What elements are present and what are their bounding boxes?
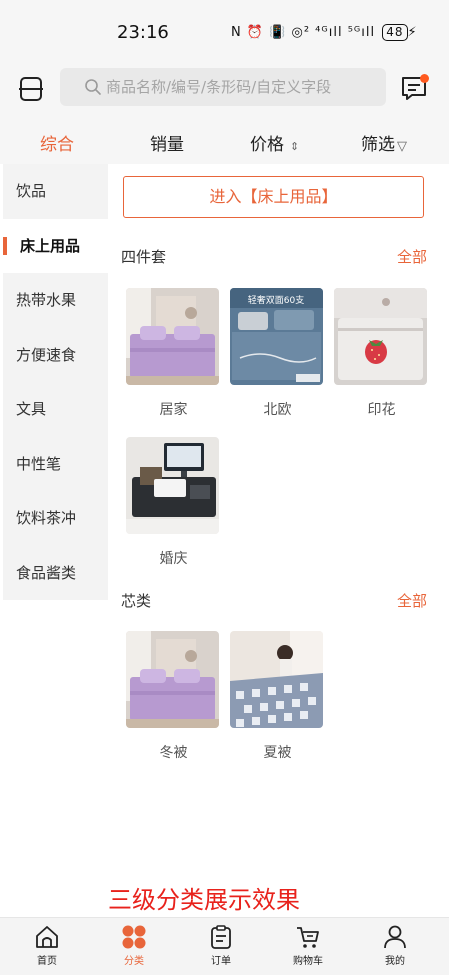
sidebar-item-stationery[interactable]: 文具 [3, 382, 108, 437]
search-input[interactable] [106, 68, 381, 106]
subcategory-item[interactable]: 印花 [334, 288, 429, 419]
tab-home-label: 首页 [37, 956, 57, 967]
section-title: 芯类 [121, 592, 152, 610]
tab-cart[interactable]: 购物车 [278, 924, 338, 967]
caption-text: 三级分类展示效果 [108, 886, 300, 914]
tab-me[interactable]: 我的 [365, 924, 425, 967]
tab-cart-label: 购物车 [293, 956, 323, 967]
user-icon [384, 925, 406, 949]
subcategory-label: 冬被 [159, 745, 188, 761]
sidebar-item-instant-food[interactable]: 方便速食 [3, 328, 108, 383]
product-image [126, 631, 219, 728]
scan-icon[interactable] [18, 76, 44, 102]
search-icon [84, 78, 102, 96]
sidebar-item-drinks[interactable]: 饮品 [3, 164, 108, 219]
subcategory-label: 居家 [159, 402, 188, 418]
sort-tab-sales[interactable]: 销量 [150, 130, 184, 155]
battery-icon: 48 [382, 24, 408, 41]
subcategory-item[interactable]: 轻奢双面60支 北欧 [230, 288, 325, 419]
subcategory-label: 婚庆 [159, 551, 188, 567]
sort-tab-filter-label: 筛选 [361, 135, 395, 155]
subcategory-item[interactable]: 婚庆 [126, 437, 221, 568]
tab-home[interactable]: 首页 [17, 924, 77, 967]
product-image [230, 631, 323, 728]
sidebar-item-bedding[interactable]: 床上用品 [3, 218, 108, 273]
home-icon [36, 926, 58, 948]
subcategory-label: 夏被 [263, 745, 292, 761]
unread-dot [420, 74, 429, 83]
cart-icon [297, 927, 319, 948]
product-image: 轻奢双面60支 [230, 288, 323, 385]
category-sidebar: 饮品 床上用品 热带水果 方便速食 文具 中性笔 饮料茶冲 食品酱类 [3, 164, 108, 600]
tab-me-label: 我的 [385, 956, 405, 967]
sidebar-item-tropical-fruit[interactable]: 热带水果 [3, 273, 108, 328]
tab-orders[interactable]: 订单 [191, 924, 251, 967]
sort-arrows-icon: ⇕ [290, 140, 300, 153]
bottom-tabbar: 首页 分类 订单 购物车 我的 [0, 917, 449, 975]
charging-icon: ⚡ [407, 25, 418, 40]
sort-tab-price-label: 价格 [250, 135, 284, 155]
product-image [126, 288, 219, 385]
tab-category-label: 分类 [124, 956, 144, 967]
view-all-link[interactable]: 全部 [397, 590, 427, 611]
sidebar-item-gel-pen[interactable]: 中性笔 [3, 437, 108, 492]
subcategory-label: 北欧 [263, 402, 292, 418]
subcategory-item[interactable]: 居家 [126, 288, 221, 419]
sidebar-item-beverages-tea[interactable]: 饮料茶冲 [3, 491, 108, 546]
status-icons: N ⏰ 📳 ◎² ⁴ᴳıll ⁵ᴳıll 48 ⚡ [231, 24, 418, 41]
product-image [334, 288, 427, 385]
sort-tab-comprehensive[interactable]: 综合 [40, 130, 74, 155]
sort-tab-filter[interactable]: 筛选 ▽ [361, 130, 407, 155]
section-title: 四件套 [121, 248, 167, 266]
search-box[interactable] [60, 68, 386, 106]
product-image [126, 437, 219, 534]
subcategory-item[interactable]: 冬被 [126, 631, 221, 762]
enter-category-button[interactable]: 进入【床上用品】 [123, 176, 424, 218]
view-all-link[interactable]: 全部 [397, 246, 427, 267]
tab-orders-label: 订单 [211, 956, 231, 967]
filter-icon: ▽ [397, 139, 407, 154]
status-time: 23:16 [117, 22, 169, 43]
order-icon [211, 925, 231, 949]
product-overlay-text: 轻奢双面60支 [248, 294, 304, 306]
category-icon [122, 925, 146, 949]
sort-tab-price[interactable]: 价格 ⇕ [250, 130, 299, 155]
header [0, 64, 449, 114]
message-icon[interactable] [400, 74, 430, 102]
tab-category[interactable]: 分类 [104, 924, 164, 967]
sort-bar: 综合 销量 价格 ⇕ 筛选 ▽ [0, 114, 449, 164]
sidebar-item-sauces[interactable]: 食品酱类 [3, 546, 108, 601]
signal-icons: N ⏰ 📳 ◎² ⁴ᴳıll ⁵ᴳıll [231, 25, 376, 40]
status-bar: 23:16 N ⏰ 📳 ◎² ⁴ᴳıll ⁵ᴳıll 48 ⚡ [0, 0, 449, 64]
subcategory-label: 印花 [367, 402, 396, 418]
subcategory-item[interactable]: 夏被 [230, 631, 325, 762]
